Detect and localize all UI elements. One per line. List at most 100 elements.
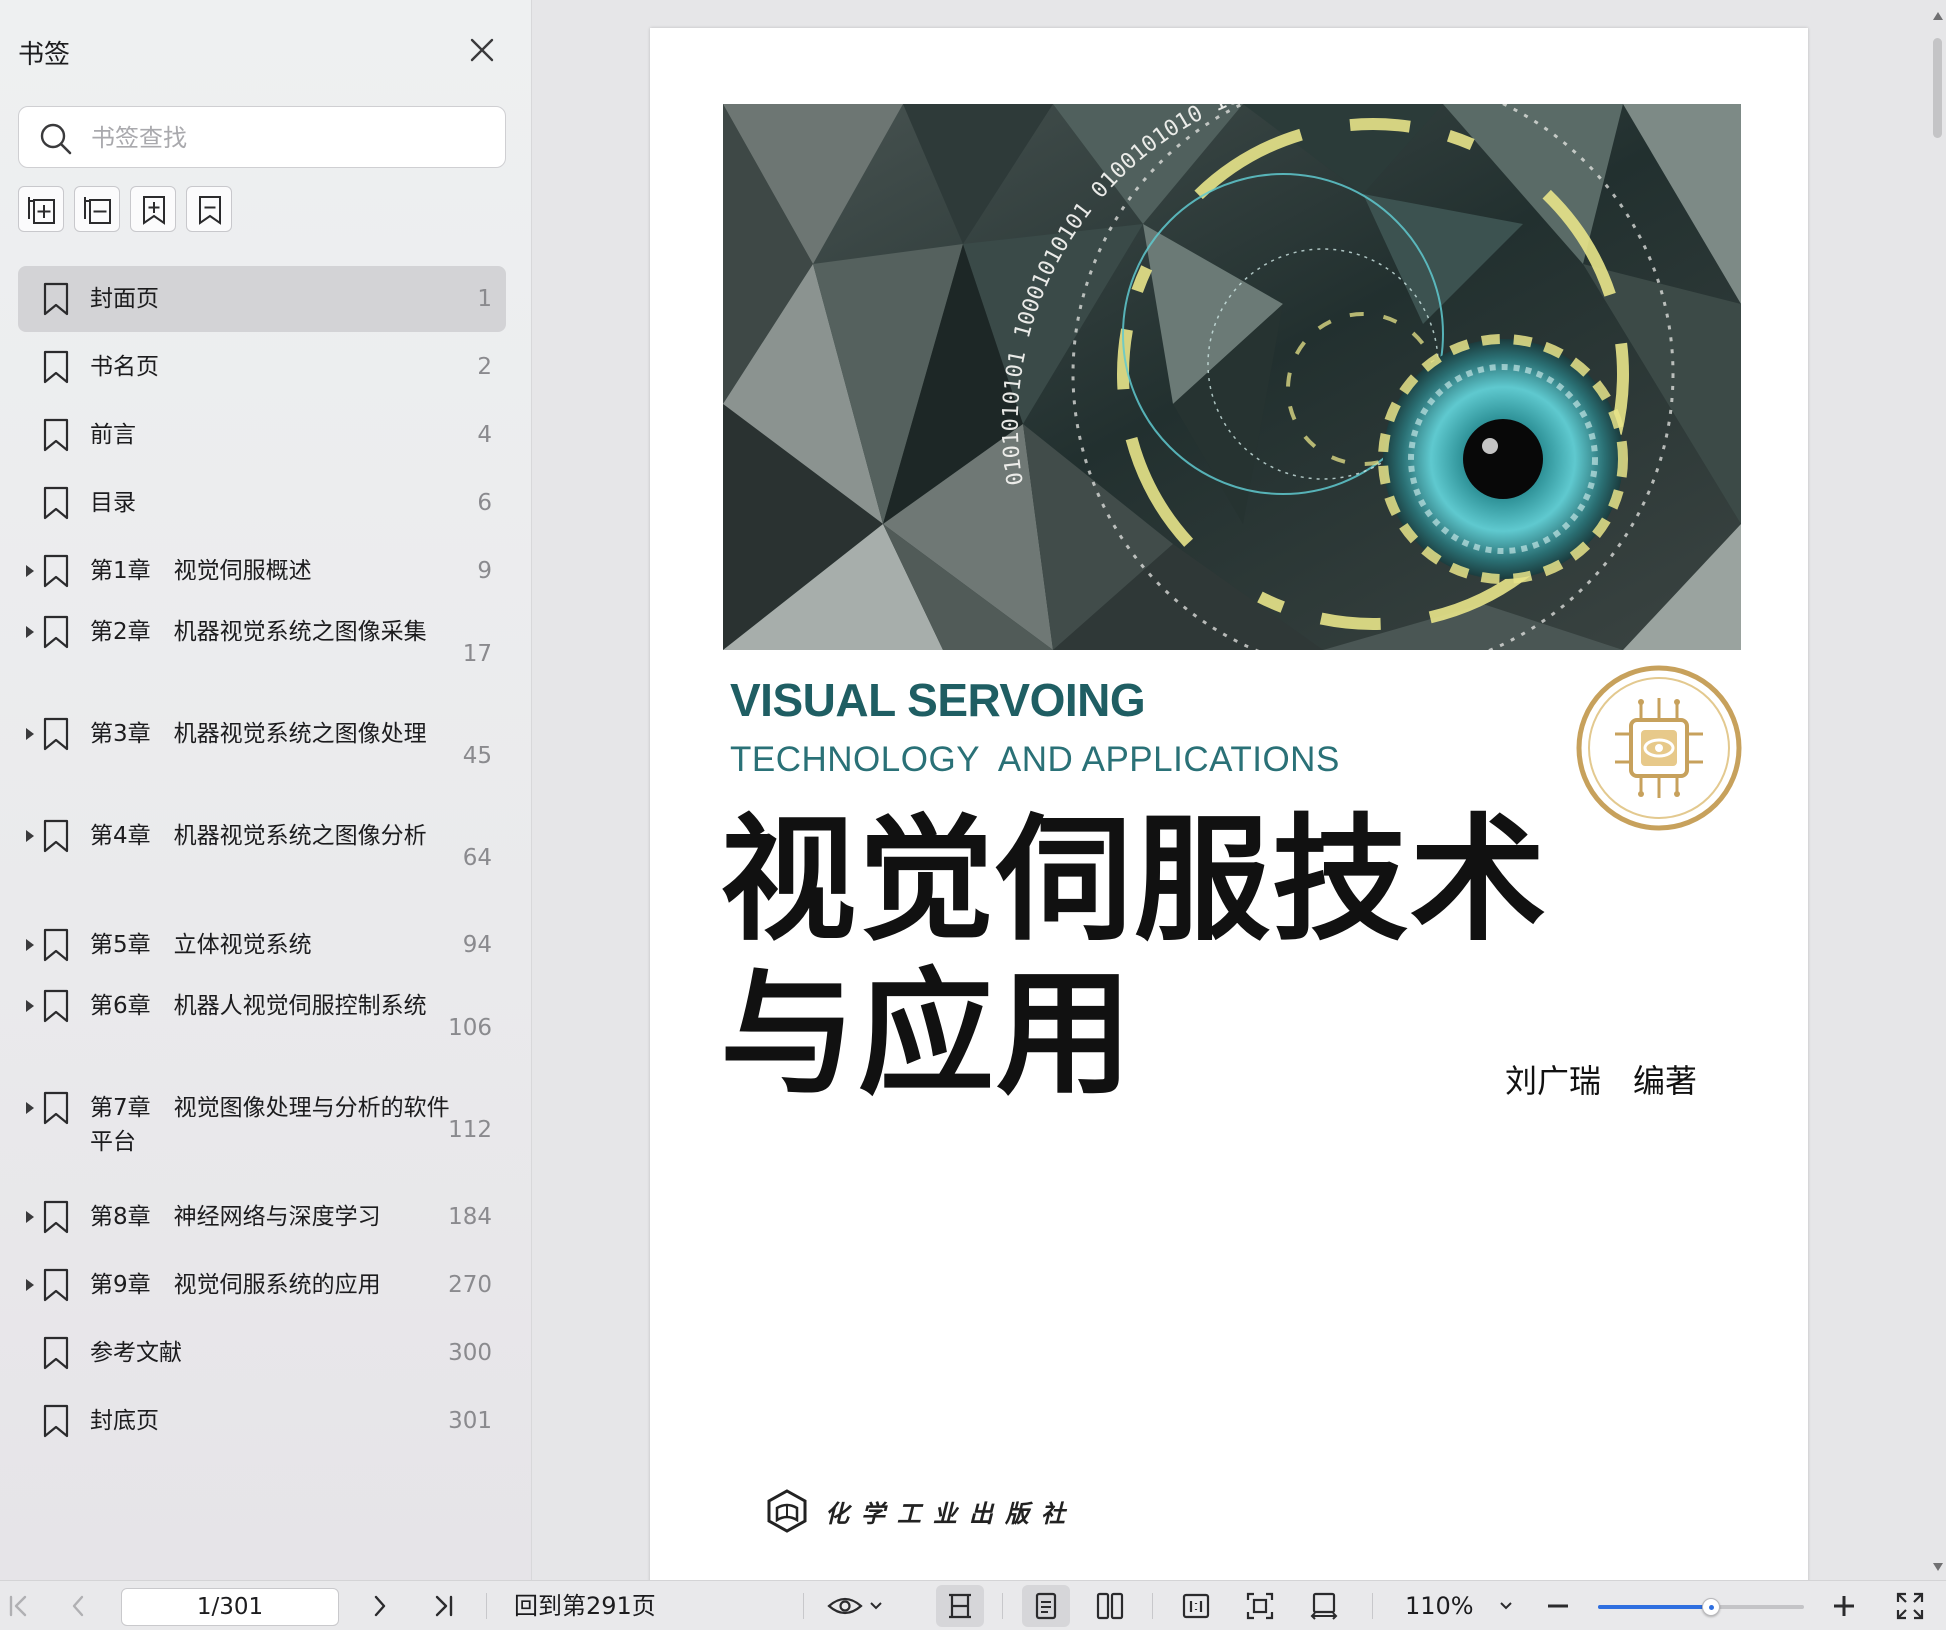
scroll-up-arrow-icon[interactable] [1933, 12, 1943, 20]
actual-size-button[interactable] [1172, 1581, 1220, 1630]
scroll-down-arrow-icon[interactable] [1933, 1563, 1943, 1571]
bookmark-icon [43, 1404, 69, 1438]
bookmark-item[interactable]: 前言 4 [18, 402, 506, 468]
vertical-scrollbar[interactable] [1928, 0, 1946, 1580]
bookmark-page-number: 6 [477, 490, 492, 516]
expand-all-icon [28, 197, 55, 224]
expand-arrow-icon[interactable] [26, 1279, 34, 1291]
bookmark-icon [43, 1268, 69, 1302]
fullscreen-button[interactable] [1890, 1581, 1930, 1630]
bookmark-label: 前言 [90, 422, 136, 448]
cover-english-title: VISUAL SERVOING [730, 674, 1146, 726]
bookmark-item[interactable]: 第1章 视觉伺服概述 9 [18, 538, 506, 604]
bookmark-label: 第8章 神经网络与深度学习 [90, 1204, 381, 1230]
fit-width-button[interactable] [1300, 1581, 1348, 1630]
bookmark-icon [43, 1200, 69, 1234]
zoom-out-button[interactable] [1540, 1581, 1576, 1630]
zoom-in-button[interactable] [1826, 1581, 1862, 1630]
expand-all-button[interactable] [18, 186, 64, 232]
last-page-button[interactable] [426, 1581, 462, 1630]
expand-arrow-icon[interactable] [26, 1000, 34, 1012]
bookmark-icon [43, 418, 69, 452]
reading-mode-button[interactable] [822, 1581, 888, 1630]
remove-bookmark-button[interactable] [186, 186, 232, 232]
bookmark-search-input[interactable] [91, 117, 491, 159]
bookmark-label: 第5章 立体视觉系统 [90, 932, 312, 958]
single-page-icon [1035, 1592, 1057, 1620]
bookmark-item[interactable]: 参考文献 300 [18, 1320, 506, 1386]
first-page-button[interactable] [0, 1581, 36, 1630]
bookmark-label: 封底页 [90, 1408, 159, 1434]
back-to-page-link[interactable]: 回到第291页 [514, 1581, 656, 1630]
toolbar-divider [803, 1593, 804, 1619]
expand-arrow-icon[interactable] [26, 830, 34, 842]
chevron-down-icon [1500, 1602, 1512, 1610]
expand-arrow-icon[interactable] [26, 728, 34, 740]
close-icon [470, 38, 494, 62]
fit-page-button[interactable] [1236, 1581, 1284, 1630]
bookmark-item[interactable]: 第8章 神经网络与深度学习 184 [18, 1184, 506, 1250]
fit-height-button[interactable] [936, 1585, 984, 1627]
two-page-button[interactable] [1086, 1581, 1134, 1630]
bookmark-item[interactable]: 第5章 立体视觉系统 94 [18, 912, 506, 978]
cover-chinese-title-line1: 视觉伺服技术 [720, 802, 1548, 960]
bookmark-item[interactable]: 第6章 机器人视觉伺服控制系统 106 [18, 980, 506, 1076]
bookmark-icon [43, 282, 69, 316]
plus-icon [1834, 1596, 1854, 1616]
bookmark-label: 第2章 机器视觉系统之图像采集 [90, 619, 427, 645]
zoom-slider[interactable] [1598, 1598, 1804, 1616]
bookmark-label: 第7章 视觉图像处理与分析的软件平台 [90, 1095, 450, 1155]
bookmark-icon [43, 1336, 69, 1370]
publisher-name: 化学工业出版社 [825, 1499, 1077, 1528]
bookmark-item[interactable]: 第2章 机器视觉系统之图像采集 17 [18, 606, 506, 702]
cover-author: 刘广瑞 编著 [1505, 1062, 1698, 1100]
page-number-input[interactable] [121, 1588, 339, 1626]
expand-arrow-icon[interactable] [26, 626, 34, 638]
bookmark-search-box[interactable] [18, 106, 506, 168]
bookmark-item[interactable]: 目录 6 [18, 470, 506, 536]
bookmark-label: 第4章 机器视觉系统之图像分析 [90, 823, 427, 849]
scrollbar-thumb[interactable] [1933, 38, 1942, 138]
bookmark-icon [43, 928, 69, 962]
fit-height-icon [949, 1593, 971, 1619]
bookmark-icon [43, 486, 69, 520]
single-page-button[interactable] [1022, 1585, 1070, 1627]
collapse-all-icon [84, 197, 111, 224]
search-icon [40, 123, 72, 155]
first-page-icon [9, 1595, 27, 1617]
chip-eye-logo-icon [1576, 665, 1742, 831]
bookmark-item[interactable]: 第3章 机器视觉系统之图像处理 45 [18, 708, 506, 804]
bookmark-page-number: 270 [448, 1272, 492, 1298]
zoom-dropdown-button[interactable] [1492, 1581, 1520, 1630]
document-viewer: 0101010101 10001010101 0100101010 100101… [533, 0, 1946, 1588]
bookmark-item[interactable]: 第4章 机器视觉系统之图像分析 64 [18, 810, 506, 906]
add-bookmark-button[interactable] [130, 186, 176, 232]
collapse-all-button[interactable] [74, 186, 120, 232]
next-page-button[interactable] [362, 1581, 398, 1630]
toolbar-divider [1002, 1593, 1003, 1619]
cover-illustration: 0101010101 10001010101 0100101010 100101… [723, 104, 1741, 650]
close-sidebar-button[interactable] [466, 34, 498, 66]
pdf-page: 0101010101 10001010101 0100101010 100101… [650, 28, 1808, 1588]
expand-arrow-icon[interactable] [26, 1211, 34, 1223]
two-page-icon [1096, 1592, 1124, 1620]
bookmark-item[interactable]: 书名页 2 [18, 334, 506, 400]
previous-page-button[interactable] [60, 1581, 96, 1630]
bookmark-item[interactable]: 第7章 视觉图像处理与分析的软件平台 112 [18, 1082, 506, 1178]
bookmark-item[interactable]: 第9章 视觉伺服系统的应用 270 [18, 1252, 506, 1318]
bookmark-page-number: 300 [448, 1340, 492, 1366]
bookmark-icon [43, 989, 69, 1023]
toolbar-divider [1152, 1593, 1153, 1619]
bookmark-item[interactable]: 封底页 301 [18, 1388, 506, 1454]
bookmark-item[interactable]: 封面页 1 [18, 266, 506, 332]
bookmark-label: 第3章 机器视觉系统之图像处理 [90, 721, 427, 747]
zoom-slider-handle[interactable] [1702, 1598, 1721, 1616]
bookmark-sidebar: 书签 封面页 1 书名页 2 前言 4 目录 6 [0, 0, 532, 1580]
cover-english-subtitle: TECHNOLOGY AND APPLICATIONS [730, 740, 1340, 779]
zoom-level[interactable]: 110% [1405, 1581, 1474, 1630]
bookmark-icon [43, 554, 69, 588]
expand-arrow-icon[interactable] [26, 1102, 34, 1114]
expand-arrow-icon[interactable] [26, 939, 34, 951]
expand-arrow-icon[interactable] [26, 565, 34, 577]
bookmark-page-number: 106 [448, 1015, 492, 1041]
